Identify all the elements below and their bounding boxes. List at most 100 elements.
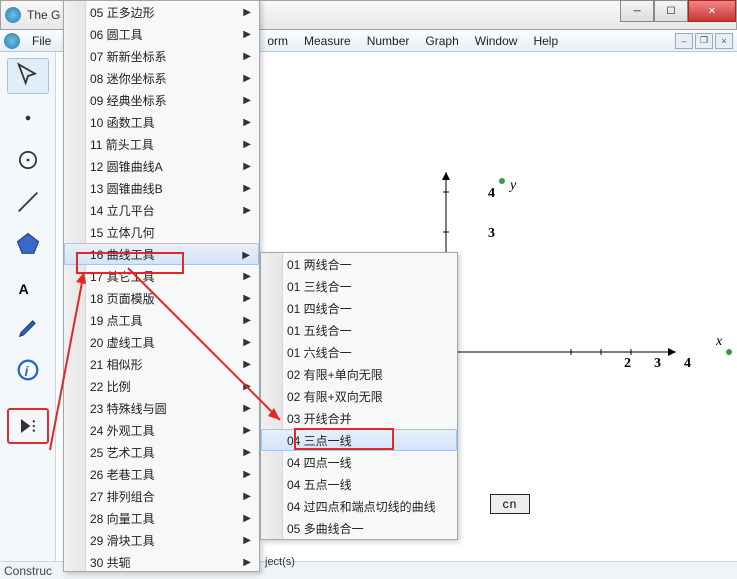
menu-item-label: 19 点工具 (90, 312, 143, 329)
menu-item-label: 27 排列组合 (90, 488, 155, 505)
menu-item-29[interactable]: 29 滑块工具▶ (64, 529, 259, 551)
menu-item-24[interactable]: 24 外观工具▶ (64, 419, 259, 441)
menu-item-label: 28 向量工具 (90, 510, 155, 527)
mdi-restore[interactable]: ❐ (695, 33, 713, 49)
close-button[interactable]: ✕ (688, 0, 736, 22)
tool-marker[interactable] (7, 310, 49, 346)
menu-item-13[interactable]: 13 圆锥曲线B▶ (64, 177, 259, 199)
minimize-button[interactable]: ─ (620, 0, 654, 22)
svg-text:A: A (18, 281, 28, 297)
menu-item-22[interactable]: 22 比例▶ (64, 375, 259, 397)
mdi-close[interactable]: × (715, 33, 733, 49)
mdi-controls: – ❐ × (675, 33, 733, 49)
submenu-item-label: 02 有限+单向无限 (287, 366, 383, 383)
submenu-item-7[interactable]: 03 开线合并 (261, 407, 457, 429)
submenu-item-8[interactable]: 04 三点一线 (261, 429, 457, 451)
menu-item-label: 29 滑块工具 (90, 532, 155, 549)
submenu-item-5[interactable]: 02 有限+单向无限 (261, 363, 457, 385)
mdi-minimize[interactable]: – (675, 33, 693, 49)
menu-item-18[interactable]: 18 页面模版▶ (64, 287, 259, 309)
toolbox: A i (0, 52, 56, 561)
menu-help[interactable]: Help (525, 32, 566, 50)
menu-item-label: 05 正多边形 (90, 4, 155, 21)
tool-polygon[interactable] (7, 226, 49, 262)
menu-item-6[interactable]: 06 圆工具▶ (64, 23, 259, 45)
submenu-item-10[interactable]: 04 五点一线 (261, 473, 457, 495)
submenu-item-label: 04 过四点和端点切线的曲线 (287, 498, 436, 515)
tool-info[interactable]: i (7, 352, 49, 388)
tool-text[interactable]: A (7, 268, 49, 304)
menu-item-label: 17 其它工具 (90, 268, 155, 285)
submenu-arrow-icon: ▶ (243, 51, 251, 62)
menu-item-11[interactable]: 11 箭头工具▶ (64, 133, 259, 155)
menu-file[interactable]: File (24, 32, 59, 50)
tool-custom[interactable] (7, 408, 49, 444)
submenu-item-1[interactable]: 01 三线合一 (261, 275, 457, 297)
menu-item-27[interactable]: 27 排列组合▶ (64, 485, 259, 507)
menu-item-17[interactable]: 17 其它工具▶ (64, 265, 259, 287)
menu-item-21[interactable]: 21 相似形▶ (64, 353, 259, 375)
menu-item-label: 23 特殊线与圆 (90, 400, 167, 417)
submenu-item-11[interactable]: 04 过四点和端点切线的曲线 (261, 495, 457, 517)
submenu-arrow-icon: ▶ (243, 139, 251, 150)
menu-item-label: 07 新新坐标系 (90, 48, 167, 65)
submenu-item-2[interactable]: 01 四线合一 (261, 297, 457, 319)
menu-item-15[interactable]: 15 立体几何 (64, 221, 259, 243)
menu-item-12[interactable]: 12 圆锥曲线A▶ (64, 155, 259, 177)
menu-item-19[interactable]: 19 点工具 ▶ (64, 309, 259, 331)
submenu-item-12[interactable]: 05 多曲线合一 (261, 517, 457, 539)
menu-number[interactable]: Number (359, 32, 418, 50)
submenu-arrow-icon: ▶ (243, 469, 251, 480)
submenu-item-9[interactable]: 04 四点一线 (261, 451, 457, 473)
menu-item-7[interactable]: 07 新新坐标系 ▶ (64, 45, 259, 67)
submenu-arrow-icon: ▶ (243, 95, 251, 106)
submenu-item-label: 01 两线合一 (287, 256, 352, 273)
submenu-item-6[interactable]: 02 有限+双向无限 (261, 385, 457, 407)
menu-window[interactable]: Window (467, 32, 526, 50)
tool-circle[interactable] (7, 142, 49, 178)
tool-select[interactable] (7, 58, 49, 94)
menu-item-28[interactable]: 28 向量工具▶ (64, 507, 259, 529)
submenu-item-label: 01 六线合一 (287, 344, 352, 361)
maximize-button[interactable]: ☐ (654, 0, 688, 22)
sub-dropdown[interactable]: 01 两线合一 01 三线合一01 四线合一 01 五线合一 01 六线合一 02 有限… (260, 252, 458, 540)
y-tick-4: 4 (488, 186, 495, 202)
main-dropdown[interactable]: 05 正多边形▶06 圆工具▶07 新新坐标系▶08 迷你坐标系▶09 经典坐标… (63, 0, 260, 572)
menu-item-26[interactable]: 26 老巷工具 ▶ (64, 463, 259, 485)
menu-item-10[interactable]: 10 函数工具▶ (64, 111, 259, 133)
menu-item-30[interactable]: 30 共轭▶ (64, 551, 259, 573)
menu-item-label: 26 老巷工具 (90, 466, 155, 483)
submenu-item-label: 04 三点一线 (287, 432, 352, 449)
submenu-arrow-icon: ▶ (242, 250, 250, 261)
svg-text:i: i (24, 363, 29, 379)
menu-measure[interactable]: Measure (296, 32, 359, 50)
menu-graph[interactable]: Graph (417, 32, 466, 50)
tool-line[interactable] (7, 184, 49, 220)
submenu-arrow-icon: ▶ (243, 205, 251, 216)
menu-item-label: 14 立几平台 (90, 202, 155, 219)
menu-item-8[interactable]: 08 迷你坐标系▶ (64, 67, 259, 89)
submenu-item-label: 01 五线合一 (287, 322, 352, 339)
tool-point[interactable] (7, 100, 49, 136)
menu-item-5[interactable]: 05 正多边形▶ (64, 1, 259, 23)
submenu-arrow-icon: ▶ (243, 117, 251, 128)
menu-item-23[interactable]: 23 特殊线与圆▶ (64, 397, 259, 419)
menu-item-label: 09 经典坐标系 (90, 92, 167, 109)
menu-item-label: 30 共轭 (90, 554, 131, 571)
submenu-arrow-icon: ▶ (243, 73, 251, 84)
menu-item-label: 18 页面模版 (90, 290, 155, 307)
doc-icon (4, 33, 20, 49)
menu-item-25[interactable]: 25 艺术工具▶ (64, 441, 259, 463)
submenu-item-3[interactable]: 01 五线合一 (261, 319, 457, 341)
submenu-arrow-icon: ▶ (243, 315, 251, 326)
menu-item-14[interactable]: 14 立几平台 ▶ (64, 199, 259, 221)
submenu-arrow-icon: ▶ (243, 161, 251, 172)
submenu-item-4[interactable]: 01 六线合一 (261, 341, 457, 363)
menu-item-label: 15 立体几何 (90, 224, 155, 241)
submenu-item-0[interactable]: 01 两线合一 (261, 253, 457, 275)
menu-transform[interactable]: orm (259, 32, 296, 50)
axis-endpoint-y (499, 178, 505, 184)
menu-item-9[interactable]: 09 经典坐标系 ▶ (64, 89, 259, 111)
menu-item-20[interactable]: 20 虚线工具▶ (64, 331, 259, 353)
menu-item-16[interactable]: 16 曲线工具▶ (64, 243, 259, 265)
